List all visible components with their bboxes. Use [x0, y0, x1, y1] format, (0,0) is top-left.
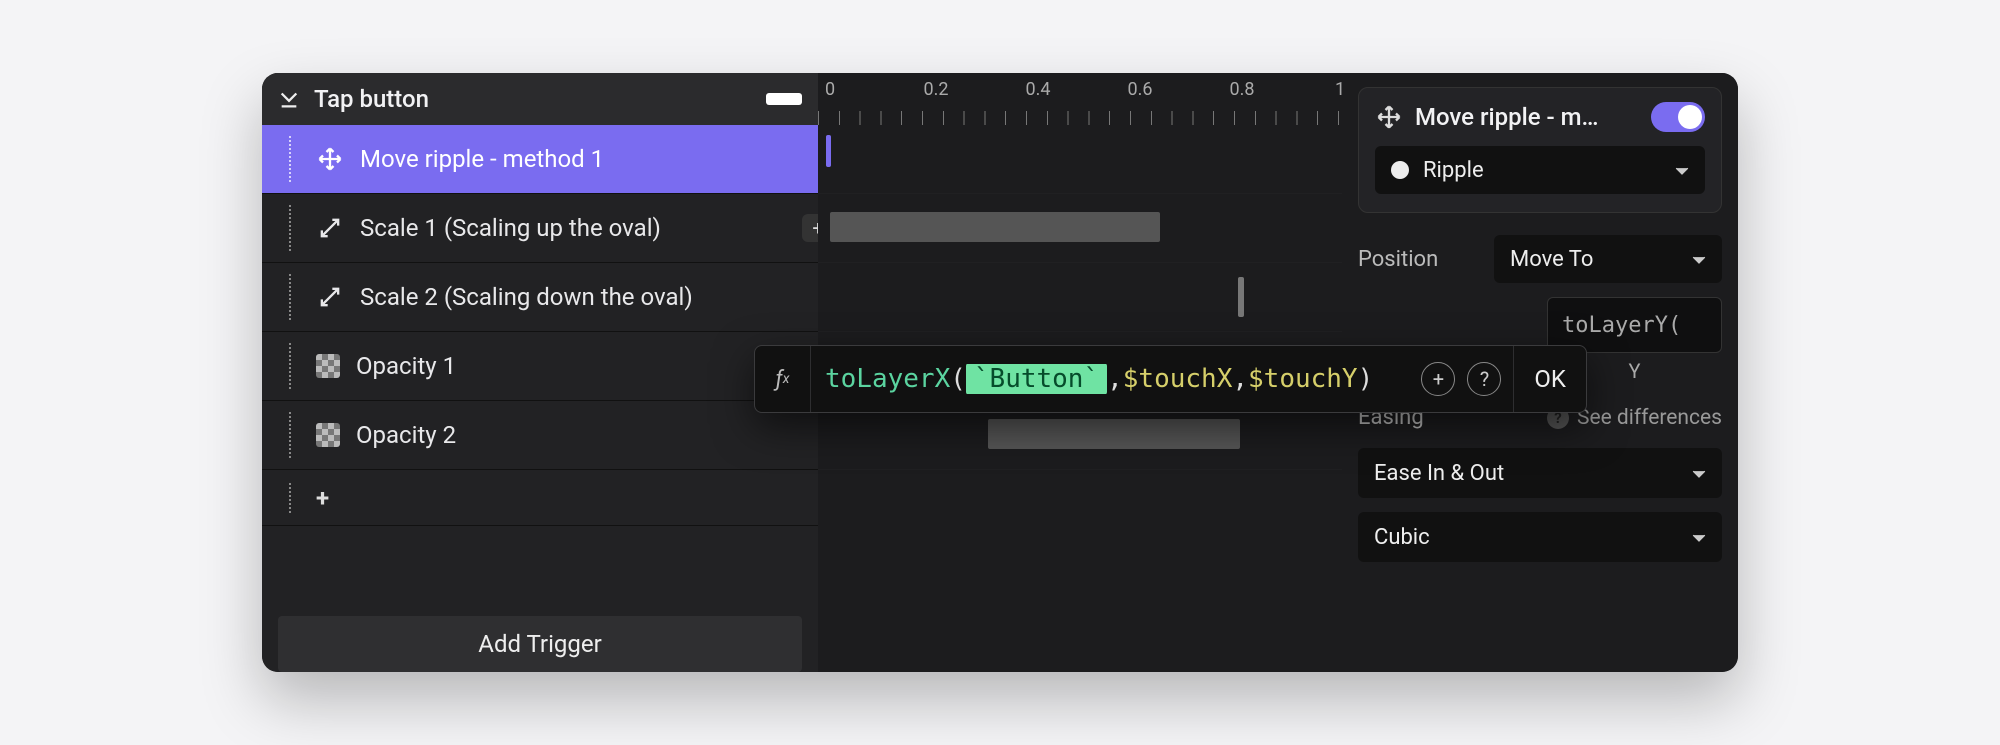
- add-formula-button[interactable]: +: [1421, 362, 1455, 396]
- timeline-handle[interactable]: [1238, 277, 1244, 317]
- timeline-ruler[interactable]: 0 0.2 0.4 0.6 0.8 1 1.: [818, 73, 1342, 125]
- position-label: Position: [1358, 247, 1476, 272]
- panel-header: Tap button: [262, 73, 818, 125]
- formula-var-1: $touchX: [1123, 364, 1233, 394]
- response-label: Opacity 2: [356, 421, 456, 449]
- scale-icon: [316, 283, 344, 311]
- card-title: Move ripple - m…: [1415, 103, 1639, 131]
- response-row-opacity-1[interactable]: Opacity 1: [262, 332, 818, 401]
- ruler-label: 0: [825, 79, 835, 100]
- opacity-icon: [316, 354, 340, 378]
- response-label: Scale 2 (Scaling down the oval): [360, 283, 693, 311]
- chevron-down-icon: [1692, 525, 1706, 550]
- ruler-label: 0.2: [924, 79, 949, 100]
- chevron-down-icon: [1675, 158, 1689, 183]
- easing-type-select[interactable]: Cubic: [1358, 512, 1722, 562]
- playhead-marker[interactable]: [826, 135, 831, 167]
- response-row-scale-1[interactable]: Scale 1 (Scaling up the oval) +: [262, 194, 818, 263]
- formula-code[interactable]: toLayerX(`Button`,$touchX,$touchY): [811, 364, 1421, 394]
- position-mode-value: Move To: [1510, 247, 1593, 272]
- response-label: Opacity 1: [356, 352, 456, 380]
- response-card: Move ripple - m… Ripple: [1358, 87, 1722, 213]
- target-layer-value: Ripple: [1423, 158, 1484, 183]
- scale-icon: [316, 214, 344, 242]
- layer-dot-icon: [1391, 161, 1409, 179]
- formula-help-button[interactable]: ?: [1467, 362, 1501, 396]
- timeline-row-2[interactable]: [818, 194, 1342, 263]
- events-panel: Tap button Move ripple - method 1 Scale …: [262, 73, 818, 672]
- easing-type-value: Cubic: [1374, 525, 1430, 550]
- response-row-move[interactable]: Move ripple - method 1: [262, 125, 818, 194]
- response-label: Scale 1 (Scaling up the oval): [360, 214, 661, 242]
- opacity-icon: [316, 423, 340, 447]
- formula-var-2: $touchY: [1248, 364, 1358, 394]
- plus-icon: +: [316, 484, 329, 512]
- progress-indicator: [766, 93, 802, 105]
- add-response-row[interactable]: +: [262, 470, 818, 526]
- panel-title: Tap button: [314, 85, 752, 113]
- response-label: Move ripple - method 1: [360, 145, 604, 173]
- formula-ok-button[interactable]: OK: [1513, 346, 1586, 412]
- add-trigger-button[interactable]: Add Trigger: [278, 616, 802, 672]
- easing-curve-value: Ease In & Out: [1374, 461, 1504, 486]
- formula-function: toLayerX: [825, 364, 950, 394]
- response-row-opacity-2[interactable]: Opacity 2: [262, 401, 818, 470]
- ruler-label: 0.8: [1230, 79, 1255, 100]
- formula-editor[interactable]: ƒx toLayerX(`Button`,$touchX,$touchY) + …: [754, 345, 1587, 413]
- move-icon: [1375, 103, 1403, 131]
- position-property: Position Move To: [1358, 235, 1722, 283]
- response-row-scale-2[interactable]: Scale 2 (Scaling down the oval): [262, 263, 818, 332]
- formula-literal: `Button`: [966, 364, 1107, 394]
- chevron-down-icon: [1692, 461, 1706, 486]
- trigger-icon: [278, 88, 300, 110]
- chevron-down-icon: [1692, 247, 1706, 272]
- timeline-clip[interactable]: [988, 419, 1240, 449]
- target-layer-select[interactable]: Ripple: [1375, 146, 1705, 194]
- fx-icon: ƒx: [755, 346, 811, 412]
- ruler-label: 0.6: [1128, 79, 1153, 100]
- position-mode-select[interactable]: Move To: [1494, 235, 1722, 283]
- enable-toggle[interactable]: [1651, 102, 1705, 132]
- easing-curve-select[interactable]: Ease In & Out: [1358, 448, 1722, 498]
- move-icon: [316, 145, 344, 173]
- timeline-clip[interactable]: [830, 212, 1160, 242]
- response-list: Move ripple - method 1 Scale 1 (Scaling …: [262, 125, 818, 588]
- timeline-row-3[interactable]: [818, 263, 1342, 332]
- ruler-label: 0.4: [1026, 79, 1051, 100]
- timeline-row-1[interactable]: [818, 125, 1342, 194]
- ruler-ticks: [818, 111, 1342, 125]
